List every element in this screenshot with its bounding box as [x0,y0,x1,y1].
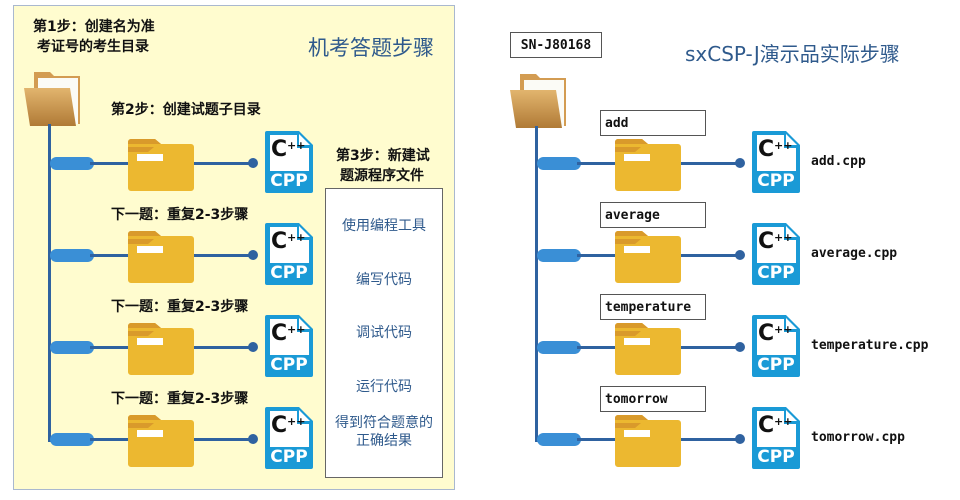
folder-name-box: temperature [600,294,706,320]
cpp-label: CPP [270,355,308,375]
cpp-c-glyph: C [758,321,775,346]
branch-endpoint-dot [735,342,745,352]
folder-icon[interactable] [615,323,681,375]
cpp-plus-glyph: ++ [774,323,793,336]
folder-icon[interactable] [615,231,681,283]
folder-icon[interactable] [128,139,194,191]
branch-endpoint-dot [248,342,258,352]
cpp-label: CPP [757,171,795,191]
cpp-label: CPP [270,447,308,467]
cpp-c-glyph: C [271,413,288,438]
folder-name-box: average [600,202,706,228]
cpp-c-glyph: C [271,321,288,346]
folder-name-box: add [600,110,706,136]
process-step: 正确结果 [356,433,412,449]
tree-trunk-line [535,126,538,442]
root-folder-icon [22,68,88,130]
cpp-file-name: add.cpp [811,154,866,169]
tree-trunk-line [48,124,51,442]
cpp-label: CPP [270,263,308,283]
process-step: 编写代码 [356,272,412,288]
cpp-file-icon[interactable]: C ++ CPP [752,223,800,285]
step1-label-line1: 第1步：创建名为准 [33,19,155,35]
folder-icon[interactable] [128,231,194,283]
cpp-file-icon[interactable]: C ++ CPP [265,315,313,377]
cpp-label: CPP [270,171,308,191]
folder-icon[interactable] [128,323,194,375]
process-step: 得到符合题意的 [335,415,433,431]
branch-endpoint-dot [735,250,745,260]
process-step: 调试代码 [356,325,412,341]
folder-icon[interactable] [128,415,194,467]
folder-icon[interactable] [615,139,681,191]
exam-steps-title: 机考答题步骤 [308,36,434,60]
demo-steps-title: sxCSP-J演示品实际步骤 [685,42,900,66]
cpp-c-glyph: C [271,137,288,162]
cpp-plus-glyph: ++ [774,231,793,244]
process-step: 运行代码 [356,379,412,395]
cpp-file-icon[interactable]: C ++ CPP [265,131,313,193]
branch-endpoint-dot [248,434,258,444]
process-box: 使用编程工具 编写代码 调试代码 运行代码 得到符合题意的 正确结果 [325,188,443,478]
repeat-label: 下一题：重复2-3步骤 [111,391,249,407]
step1-label-line2: 考证号的考生目录 [37,39,149,55]
cpp-plus-glyph: ++ [287,415,306,428]
step2-label: 第2步：创建试题子目录 [111,102,261,118]
branch-connector [537,433,581,446]
cpp-file-name: temperature.cpp [811,338,929,353]
step3-label-line2: 题源程序文件 [340,168,424,184]
cpp-label: CPP [757,355,795,375]
branch-endpoint-dot [248,250,258,260]
cpp-file-icon[interactable]: C ++ CPP [752,131,800,193]
branch-connector [50,433,94,446]
process-step: 使用编程工具 [342,218,426,234]
cpp-plus-glyph: ++ [774,415,793,428]
repeat-label: 下一题：重复2-3步骤 [111,299,249,315]
cpp-plus-glyph: ++ [774,139,793,152]
cpp-c-glyph: C [758,229,775,254]
cpp-c-glyph: C [758,137,775,162]
branch-connector [50,249,94,262]
branch-connector [537,341,581,354]
cpp-c-glyph: C [758,413,775,438]
cpp-file-icon[interactable]: C ++ CPP [752,407,800,469]
cpp-file-icon[interactable]: C ++ CPP [752,315,800,377]
repeat-label: 下一题：重复2-3步骤 [111,207,249,223]
folder-name-box: tomorrow [600,386,706,412]
cpp-label: CPP [757,263,795,283]
branch-endpoint-dot [735,434,745,444]
branch-endpoint-dot [248,158,258,168]
cpp-c-glyph: C [271,229,288,254]
step3-label-line1: 第3步：新建试 [336,148,430,164]
folder-icon[interactable] [615,415,681,467]
cpp-plus-glyph: ++ [287,139,306,152]
cpp-file-name: average.cpp [811,246,898,261]
cpp-file-name: tomorrow.cpp [811,430,905,445]
cpp-label: CPP [757,447,795,467]
root-folder-name-box: SN-J80168 [510,32,602,58]
cpp-plus-glyph: ++ [287,231,306,244]
cpp-plus-glyph: ++ [287,323,306,336]
cpp-file-icon[interactable]: C ++ CPP [265,407,313,469]
branch-connector [537,249,581,262]
cpp-file-icon[interactable]: C ++ CPP [265,223,313,285]
root-folder-icon [508,70,574,132]
branch-connector [50,341,94,354]
branch-connector [50,157,94,170]
branch-endpoint-dot [735,158,745,168]
branch-connector [537,157,581,170]
